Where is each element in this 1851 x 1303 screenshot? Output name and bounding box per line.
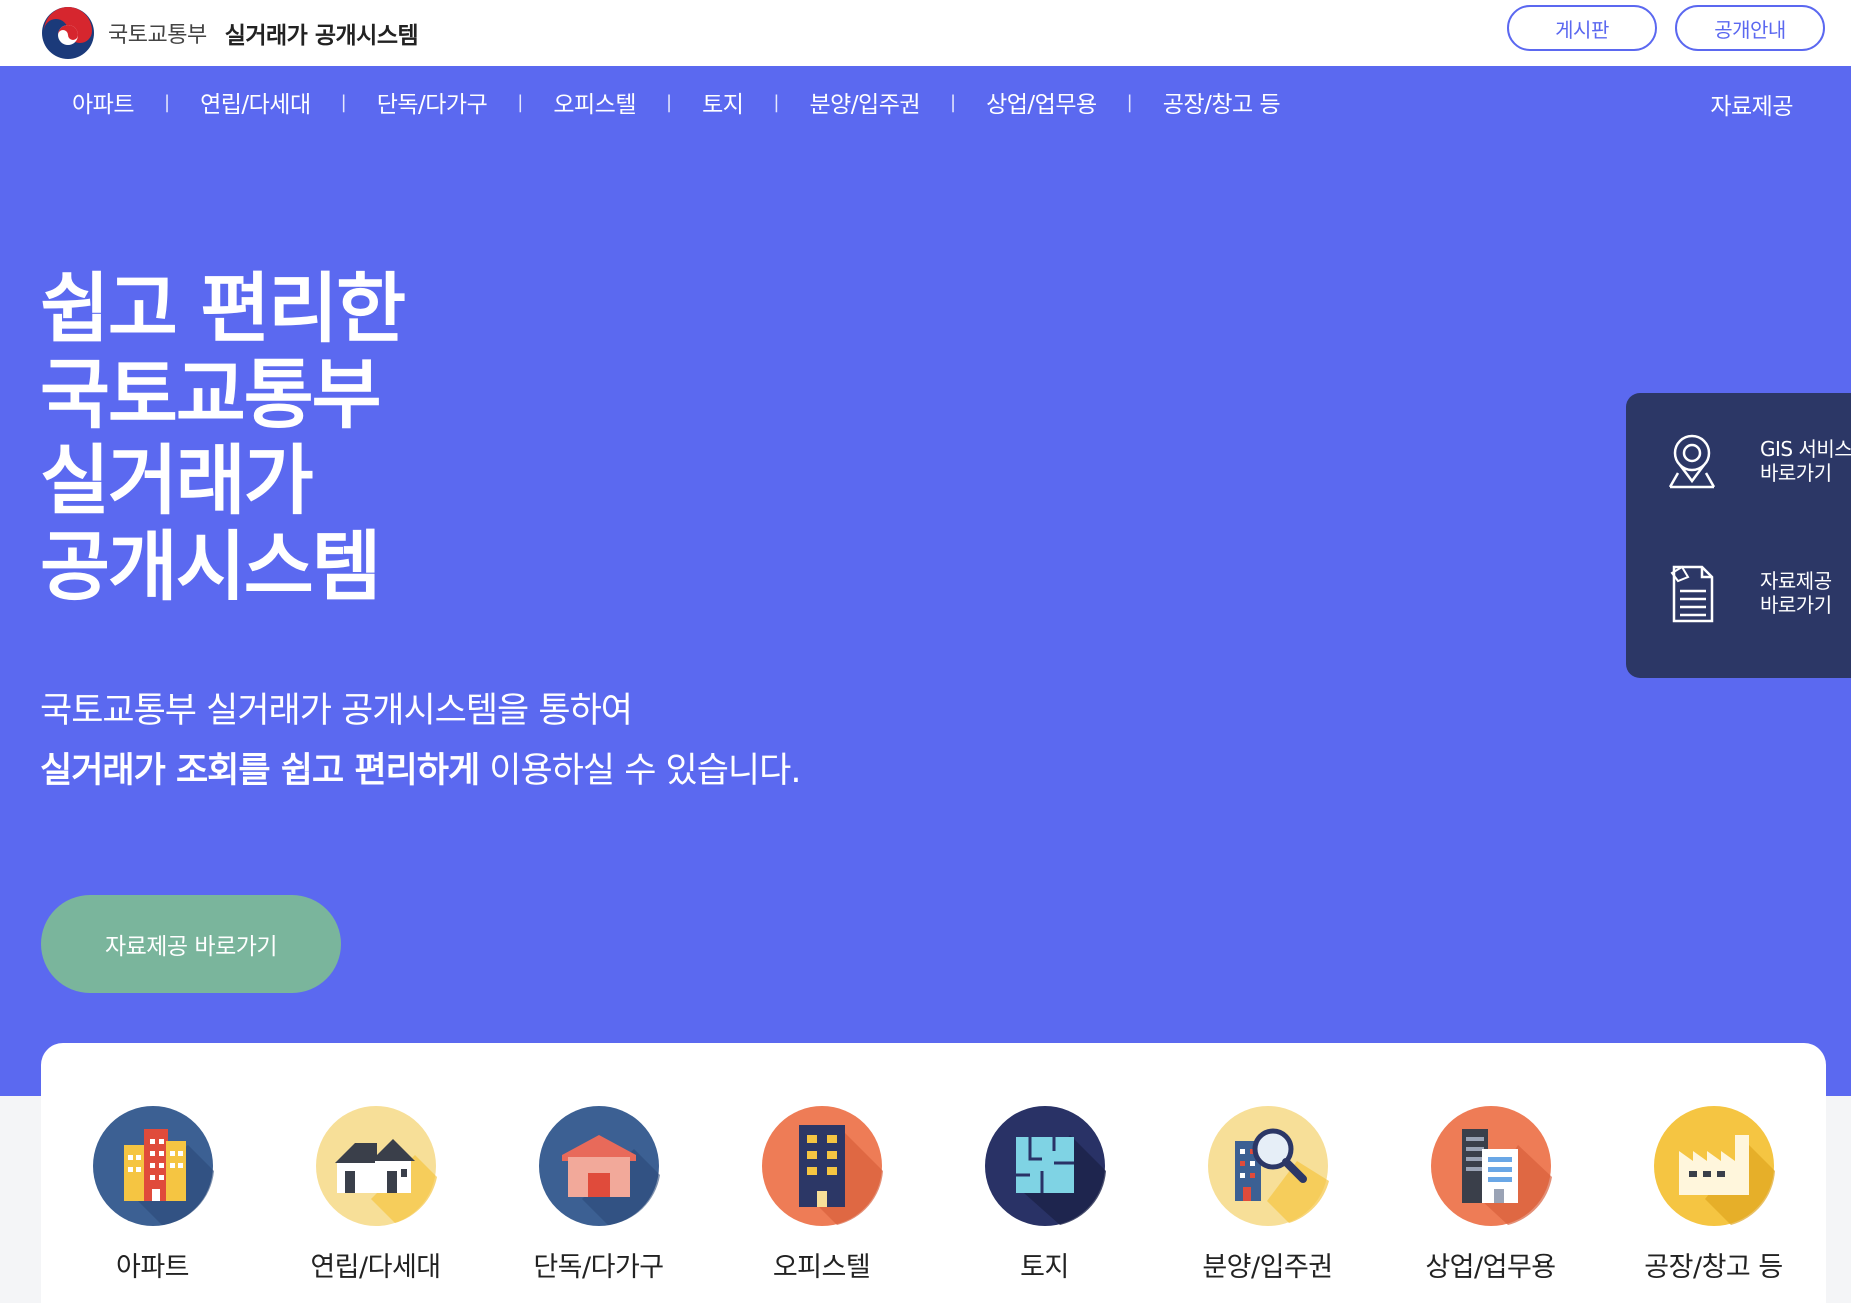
category-label: 아파트 [115,1252,190,1283]
nav-separator: | [163,91,171,113]
category-apartment[interactable]: 아파트 [41,1105,264,1284]
officetel-icon [761,1106,883,1226]
gis-service-label: GIS 서비스 바로가기 [1760,437,1851,485]
hero-description-rest: 이용하실 수 있습니다. [479,751,801,791]
quick-link-panel: GIS 서비스 바로가기 자료제공 바로가기 [1626,393,1851,678]
gis-label-line1: GIS 서비스 [1760,437,1851,461]
nav-item-data-provision[interactable]: 자료제공 [1710,87,1793,121]
top-header: 국토교통부 실거래가 공개시스템 게시판 공개안내 [0,0,1851,66]
category-label: 공장/창고 등 [1644,1252,1783,1283]
hero-description-emphasis: 실거래가 조회를 쉽고 편리하게 [40,751,480,791]
nav-separator: | [517,91,524,113]
main-nav: 아파트 | 연립/다세대 | 단독/다가구 | 오피스텔 | 토지 | 분양/입… [0,66,1851,138]
category-card: 아파트 연립/다세대 단독/다가구 오피스텔 토지 분양/입주권 상업/업무용 … [41,1043,1826,1303]
hero-title-line: 실거래가 [40,436,314,525]
site-logo[interactable]: 국토교통부 실거래가 공개시스템 [40,5,419,61]
hero-title-line: 쉽고 편리한 [40,264,406,353]
apartment-icon [92,1106,214,1226]
presale-icon [1207,1106,1329,1226]
data-label-line1: 자료제공 [1760,569,1832,593]
nav-item-detached-house[interactable]: 단독/다가구 [377,85,488,119]
data-provision-link[interactable]: 자료제공 바로가기 [1664,563,1832,623]
category-officetel[interactable]: 오피스텔 [710,1105,933,1284]
category-detached-house[interactable]: 단독/다가구 [487,1105,710,1284]
ministry-name: 국토교통부 [108,23,207,48]
category-land[interactable]: 토지 [933,1105,1156,1284]
hero-description-line2: 실거래가 조회를 쉽고 편리하게 이용하실 수 있습니다. [40,742,801,793]
system-title: 실거래가 공개시스템 [224,23,419,49]
category-label: 연립/다세대 [310,1252,441,1283]
nav-separator: | [1126,91,1133,113]
category-label: 단독/다가구 [533,1252,664,1283]
header-buttons: 게시판 공개안내 [1507,5,1825,51]
data-provision-cta-button[interactable]: 자료제공 바로가기 [41,895,341,993]
nav-item-presale[interactable]: 분양/입주권 [809,85,920,119]
data-label-line2: 바로가기 [1760,593,1832,617]
taegeuk-emblem-icon [42,7,94,59]
document-icon [1670,565,1714,623]
category-presale[interactable]: 분양/입주권 [1156,1105,1379,1284]
townhouse-icon [315,1106,437,1226]
category-factory[interactable]: 공장/창고 등 [1602,1105,1825,1284]
nav-list: 아파트 | 연립/다세대 | 단독/다가구 | 오피스텔 | 토지 | 분양/입… [72,85,1281,119]
nav-item-commercial[interactable]: 상업/업무용 [986,85,1097,119]
map-pin-icon [1668,434,1716,489]
nav-separator: | [950,91,957,113]
category-commercial[interactable]: 상업/업무용 [1379,1105,1602,1284]
disclosure-guide-button[interactable]: 공개안내 [1675,5,1825,51]
nav-item-townhouse[interactable]: 연립/다세대 [200,85,311,119]
nav-item-land[interactable]: 토지 [702,85,744,119]
category-label: 상업/업무용 [1425,1252,1556,1283]
nav-item-factory[interactable]: 공장/창고 등 [1163,85,1281,119]
gis-label-line2: 바로가기 [1760,461,1832,485]
gis-service-link[interactable]: GIS 서비스 바로가기 [1664,431,1851,491]
hero-title-line: 공개시스템 [40,522,382,611]
nav-separator: | [665,91,673,113]
nav-separator: | [340,91,347,113]
hero-section: 아파트 | 연립/다세대 | 단독/다가구 | 오피스텔 | 토지 | 분양/입… [0,66,1851,1096]
nav-item-apartment[interactable]: 아파트 [72,85,134,119]
hero-title-line: 국토교통부 [40,350,382,439]
hero-title: 쉽고 편리한 국토교통부 실거래가 공개시스템 [40,264,406,611]
category-list: 아파트 연립/다세대 단독/다가구 오피스텔 토지 분양/입주권 상업/업무용 … [41,1105,1826,1284]
category-label: 분양/입주권 [1202,1252,1333,1283]
category-townhouse[interactable]: 연립/다세대 [264,1105,487,1284]
house-icon [538,1106,660,1226]
hero-description-line1: 국토교통부 실거래가 공개시스템을 통하여 [40,691,633,731]
category-label: 토지 [1020,1252,1069,1283]
commercial-icon [1430,1106,1552,1226]
category-label: 오피스텔 [772,1252,871,1283]
data-provision-label: 자료제공 바로가기 [1760,569,1832,617]
factory-icon [1653,1106,1775,1226]
land-icon [984,1106,1106,1226]
nav-separator: | [773,91,780,113]
nav-item-officetel[interactable]: 오피스텔 [553,85,636,119]
board-button[interactable]: 게시판 [1507,5,1657,51]
